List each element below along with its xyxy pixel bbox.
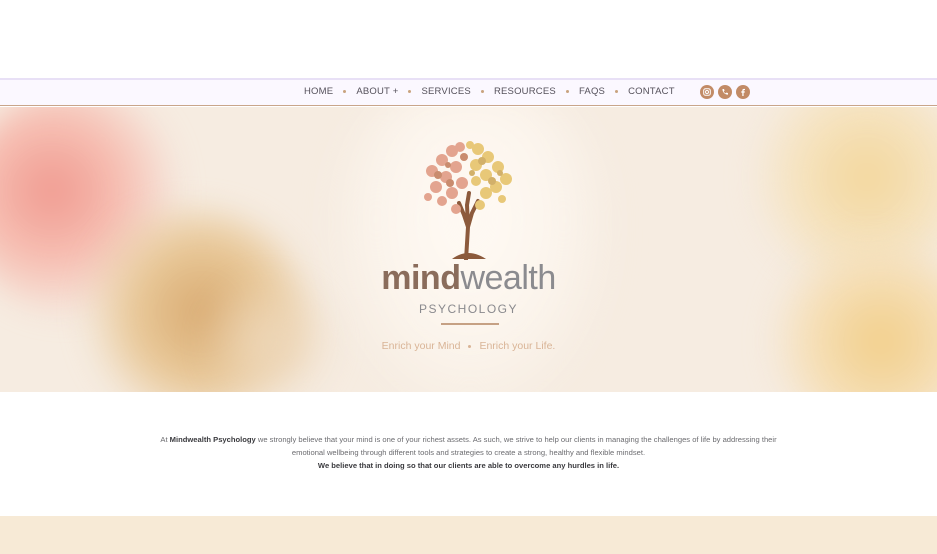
phone-icon[interactable]: [718, 85, 732, 99]
nav-home[interactable]: HOME: [300, 86, 337, 97]
tagline: Enrich your Mind Enrich your Life.: [0, 340, 937, 352]
nav-separator: [615, 90, 619, 93]
nav-resources[interactable]: RESOURCES: [490, 86, 560, 97]
nav-separator: [565, 90, 569, 93]
tree-logo-icon: [424, 141, 512, 260]
brand-wordmark-bold: mind: [381, 259, 461, 297]
tagline-life: Enrich your Life.: [479, 340, 556, 352]
nav-separator: [343, 90, 347, 93]
tagline-separator: [468, 344, 472, 348]
brand-wordmark: mindwealth: [0, 259, 937, 298]
intro-brand: Mindwealth Psychology: [169, 435, 256, 444]
brand-wordmark-light: wealth: [460, 259, 556, 297]
facebook-icon[interactable]: [736, 85, 750, 99]
nav-faqs[interactable]: FAQS: [575, 86, 609, 97]
social-links: [700, 85, 750, 99]
main-nav: HOME ABOUT + SERVICES RESOURCES FAQS CON…: [300, 86, 679, 97]
nav-services[interactable]: SERVICES: [417, 86, 474, 97]
intro-emphasis: We believe that in doing so that our cli…: [317, 461, 620, 470]
nav-contact[interactable]: CONTACT: [624, 86, 679, 97]
brand-subtitle: PSYCHOLOGY: [418, 302, 519, 316]
hero-banner: mindwealth PSYCHOLOGY Enrich your Mind En…: [0, 107, 937, 392]
section-band: [0, 516, 937, 554]
intro-prefix: At: [160, 435, 170, 444]
nav-separator: [480, 90, 484, 93]
instagram-icon[interactable]: [700, 85, 714, 99]
top-navigation-bar: HOME ABOUT + SERVICES RESOURCES FAQS CON…: [0, 78, 937, 106]
brand-divider: [441, 323, 499, 325]
intro-body: we strongly believe that your mind is on…: [255, 435, 777, 457]
nav-separator: [408, 90, 412, 93]
intro-paragraph: At Mindwealth Psychology we strongly bel…: [150, 433, 787, 472]
tagline-mind: Enrich your Mind: [381, 340, 461, 352]
nav-about[interactable]: ABOUT +: [352, 86, 402, 97]
